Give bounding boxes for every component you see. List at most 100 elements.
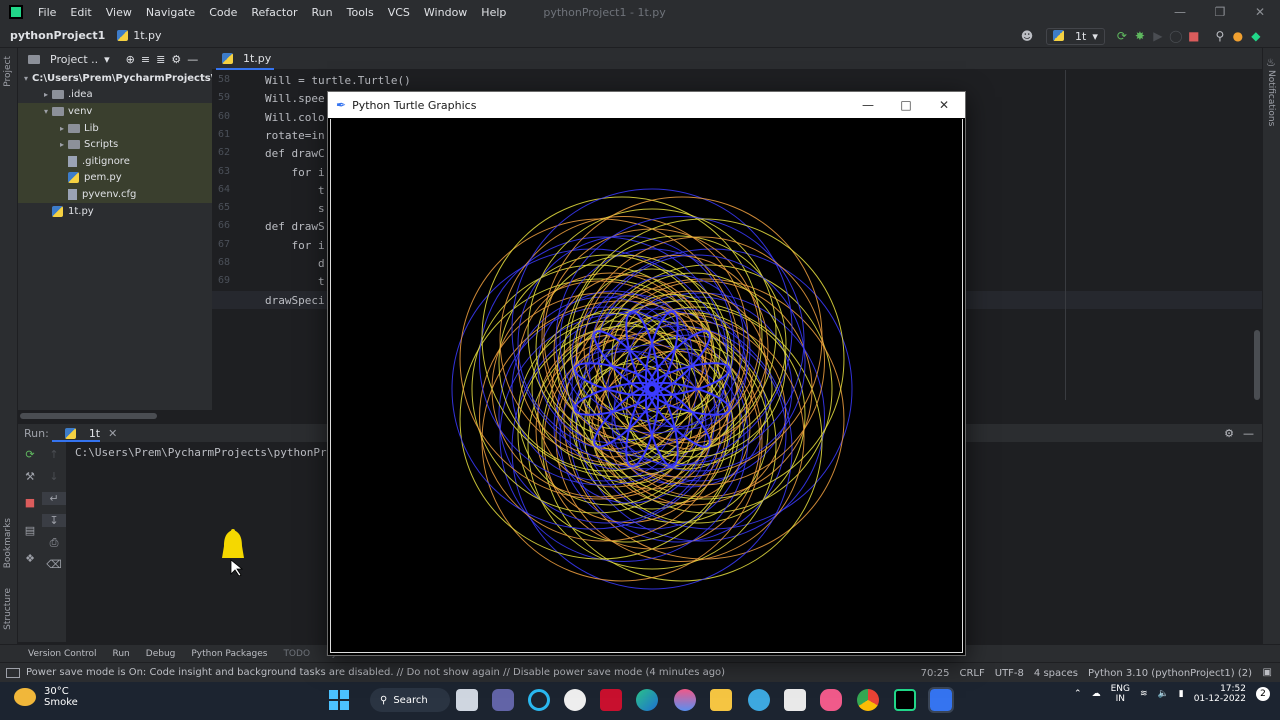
maximize-button[interactable]: ❐ <box>1200 0 1240 24</box>
search-icon[interactable]: ⚲ <box>1211 29 1229 43</box>
up-arrow-icon[interactable]: ↑ <box>42 448 66 461</box>
project-tool-label[interactable]: Project <box>3 56 13 87</box>
pycharm-icon[interactable] <box>894 689 916 711</box>
bottom-tab-run[interactable]: Run <box>113 649 130 659</box>
menu-refactor[interactable]: Refactor <box>244 6 304 19</box>
taskbar-search[interactable]: ⚲ Search <box>370 688 450 712</box>
gear-icon[interactable]: ⚙ <box>171 53 181 66</box>
wrench-icon[interactable]: ⚒ <box>18 470 42 483</box>
indent-setting[interactable]: 4 spaces <box>1034 668 1078 679</box>
battery-icon[interactable]: ▮ <box>1179 689 1184 699</box>
locate-icon[interactable]: ⊕ <box>126 53 135 66</box>
app-icon[interactable] <box>674 689 696 711</box>
mcafee-icon[interactable] <box>600 689 622 711</box>
maximize-button[interactable]: □ <box>887 92 925 118</box>
edge-icon[interactable] <box>636 689 658 711</box>
notification-badge[interactable]: 2 <box>1256 687 1270 701</box>
tree-item[interactable]: ▸ Scripts <box>18 136 212 153</box>
expand-icon[interactable]: ≣ <box>156 53 165 66</box>
tree-item[interactable]: ▾ C:\Users\Prem\PycharmProjects\ <box>18 70 214 87</box>
soft-wrap-icon[interactable]: ↵ <box>42 492 66 505</box>
chevron-down-icon[interactable]: ▾ <box>24 74 28 83</box>
python-turtle-icon[interactable] <box>928 687 954 713</box>
tree-item[interactable]: pem.py <box>18 169 212 187</box>
lock-icon[interactable]: ▣ <box>1263 667 1272 678</box>
tree-item[interactable]: ▸ .idea <box>18 87 212 104</box>
minimize-button[interactable]: — <box>1160 0 1200 24</box>
language-indicator[interactable]: ENG IN <box>1111 684 1130 704</box>
editor-tab-1t[interactable]: 1t.py <box>216 48 274 70</box>
camera-icon[interactable] <box>820 689 842 711</box>
chevron-right-icon[interactable]: ▸ <box>56 124 68 133</box>
bottom-tab-version-control[interactable]: Version Control <box>28 649 97 659</box>
file-explorer-icon[interactable] <box>710 689 732 711</box>
bottom-tab-debug[interactable]: Debug <box>146 649 176 659</box>
notifications-tool-label[interactable]: Notifications <box>1266 70 1276 126</box>
collapse-icon[interactable]: ≡ <box>141 53 150 66</box>
tree-item[interactable]: ▾ venv <box>18 103 212 120</box>
minimize-button[interactable]: — <box>849 92 887 118</box>
cortana-icon[interactable] <box>528 689 550 711</box>
menu-file[interactable]: File <box>31 6 63 19</box>
chevron-right-icon[interactable]: ▸ <box>56 140 68 149</box>
print-icon[interactable]: ⎙ <box>42 536 66 550</box>
tree-item[interactable]: .gitignore <box>18 152 212 170</box>
status-message[interactable]: Power save mode is On: Code insight and … <box>26 667 725 678</box>
turtle-title-bar[interactable]: ✒ Python Turtle Graphics — □ ✕ <box>328 92 965 118</box>
breadcrumb-file[interactable]: 1t.py <box>133 29 161 42</box>
chevron-down-icon[interactable]: ▾ <box>104 53 110 66</box>
menu-edit[interactable]: Edit <box>63 6 98 19</box>
close-button[interactable]: ✕ <box>1240 0 1280 24</box>
chevron-right-icon[interactable]: ▸ <box>40 90 52 99</box>
bottom-tab-python-packages[interactable]: Python Packages <box>191 649 267 659</box>
tree-item[interactable]: 1t.py <box>18 203 212 220</box>
gear-icon[interactable]: ⚙ <box>1224 427 1234 440</box>
menu-navigate[interactable]: Navigate <box>139 6 202 19</box>
hide-icon[interactable]: — <box>187 53 198 66</box>
stop-icon[interactable]: ■ <box>1185 29 1203 43</box>
menu-help[interactable]: Help <box>474 6 513 19</box>
close-button[interactable]: ✕ <box>925 92 963 118</box>
hide-icon[interactable]: — <box>1243 427 1254 440</box>
wifi-icon[interactable]: ≋ <box>1140 689 1148 699</box>
caret-position[interactable]: 70:25 <box>921 668 950 679</box>
menu-code[interactable]: Code <box>202 6 244 19</box>
updates-icon[interactable]: ● <box>1229 29 1247 43</box>
debug-icon[interactable]: ✸ <box>1131 29 1149 43</box>
layout-icon[interactable]: ▤ <box>18 524 42 537</box>
user-icon[interactable]: ☻ <box>1018 29 1036 43</box>
menu-view[interactable]: View <box>99 6 139 19</box>
stop-icon[interactable]: ■ <box>18 496 42 509</box>
volume-icon[interactable]: 🔈 <box>1158 689 1169 699</box>
bottom-tab-todo[interactable]: TODO <box>283 649 310 659</box>
file-encoding[interactable]: UTF-8 <box>995 668 1024 679</box>
coverage-icon[interactable]: ▶ <box>1149 29 1167 43</box>
menu-run[interactable]: Run <box>305 6 340 19</box>
run-config-select[interactable]: 1t ▾ <box>1046 27 1105 45</box>
close-tab-icon[interactable]: ✕ <box>108 427 117 440</box>
store-icon[interactable] <box>784 689 806 711</box>
menu-tools[interactable]: Tools <box>340 6 381 19</box>
cloud-icon[interactable]: ☁ <box>1092 689 1101 699</box>
rerun-icon[interactable]: ⟳ <box>1113 29 1131 43</box>
clock[interactable]: 17:52 01-12-2022 <box>1194 684 1246 704</box>
pin-icon[interactable]: ❖ <box>18 552 42 565</box>
structure-tool-label[interactable]: Structure <box>3 588 13 630</box>
profile-icon[interactable]: ◯ <box>1167 29 1185 43</box>
weather-widget[interactable]: 30°C Smoke <box>14 686 78 708</box>
task-view-icon[interactable] <box>456 689 478 711</box>
chrome-icon[interactable] <box>857 689 879 711</box>
rerun-icon[interactable]: ⟳ <box>18 448 42 461</box>
menu-window[interactable]: Window <box>417 6 474 19</box>
line-separator[interactable]: CRLF <box>959 668 984 679</box>
scroll-to-end-icon[interactable]: ↧ <box>42 514 66 527</box>
bell-icon[interactable]: ♨ <box>1266 56 1276 69</box>
breadcrumb-project[interactable]: pythonProject1 <box>0 29 113 42</box>
trash-icon[interactable]: ⌫ <box>42 558 66 571</box>
interpreter[interactable]: Python 3.10 (pythonProject1) (2) <box>1088 668 1252 679</box>
chat-icon[interactable] <box>492 689 514 711</box>
project-panel-title[interactable]: Project .. <box>50 53 98 66</box>
down-arrow-icon[interactable]: ↓ <box>42 470 66 483</box>
editor-scrollbar[interactable] <box>1254 330 1260 400</box>
chevron-down-icon[interactable]: ▾ <box>40 107 52 116</box>
